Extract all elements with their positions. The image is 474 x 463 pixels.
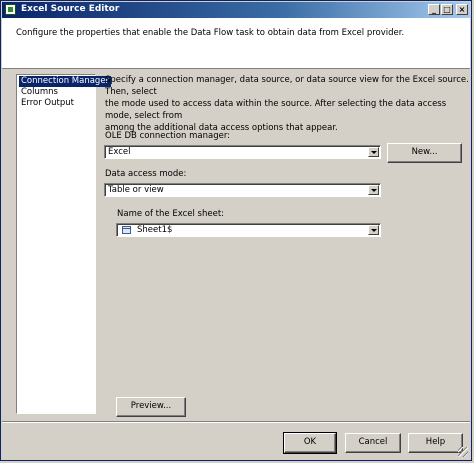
data-access-mode-value: Table or view — [108, 185, 164, 195]
header-panel: Configure the properties that enable the… — [2, 18, 470, 69]
dialog-window: Excel Source Editor _ □ × Configure the … — [0, 0, 472, 461]
intro-line-1: Specify a connection manager, data sourc… — [105, 75, 469, 97]
table-icon — [122, 226, 131, 234]
maximize-icon[interactable]: □ — [441, 4, 453, 15]
excel-sheet-label: Name of the Excel sheet: — [117, 209, 225, 219]
connection-manager-value: Excel — [108, 147, 131, 157]
resize-grip-icon[interactable] — [458, 447, 468, 457]
connection-manager-label: OLE DB connection manager: — [105, 131, 231, 141]
cancel-button[interactable]: Cancel — [345, 433, 401, 453]
close-icon[interactable]: × — [456, 4, 468, 15]
chevron-down-icon[interactable] — [368, 185, 379, 195]
intro-text: Specify a connection manager, data sourc… — [105, 74, 471, 134]
help-button[interactable]: Help — [408, 433, 463, 453]
footer-separator — [2, 421, 470, 423]
chevron-down-icon[interactable] — [368, 225, 379, 235]
header-description: Configure the properties that enable the… — [16, 28, 405, 38]
app-icon — [5, 4, 16, 15]
title-bar[interactable]: Excel Source Editor _ □ × — [2, 2, 470, 18]
data-access-mode-combo[interactable]: Table or view — [104, 183, 381, 197]
page-nav-list: Connection Manager Columns Error Output — [16, 74, 112, 414]
preview-button[interactable]: Preview... — [116, 397, 186, 417]
nav-item-connection-manager[interactable]: Connection Manager — [19, 76, 112, 87]
minimize-icon[interactable]: _ — [428, 4, 440, 15]
data-access-mode-label: Data access mode: — [105, 169, 187, 179]
window-title: Excel Source Editor — [21, 4, 120, 14]
excel-sheet-value: Sheet1$ — [137, 225, 173, 235]
ok-button[interactable]: OK — [283, 432, 337, 454]
new-connection-button[interactable]: New... — [387, 143, 462, 163]
excel-sheet-combo[interactable]: Sheet1$ — [116, 223, 381, 237]
intro-line-2: the mode used to access data within the … — [105, 99, 447, 121]
nav-item-error-output[interactable]: Error Output — [19, 98, 76, 109]
chevron-down-icon[interactable] — [368, 147, 379, 157]
nav-item-columns[interactable]: Columns — [19, 87, 60, 98]
connection-manager-combo[interactable]: Excel — [104, 145, 381, 159]
